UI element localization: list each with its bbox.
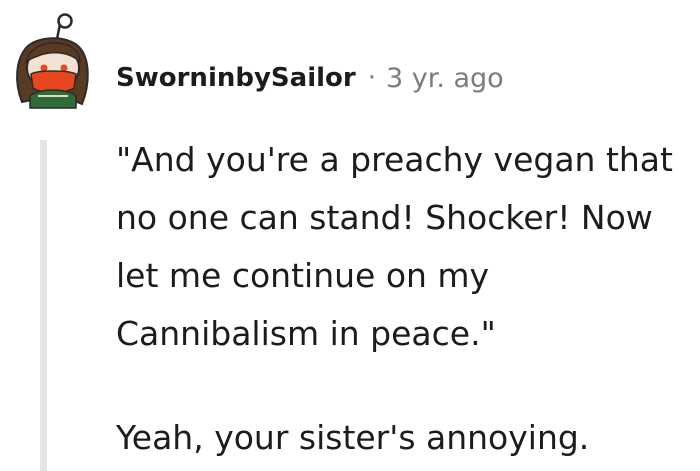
comment-header: SworninbySailor · 3 yr. ago: [116, 58, 504, 98]
meta-separator: ·: [367, 63, 376, 93]
comment-paragraph: Yeah, your sister's annoying.: [116, 418, 590, 457]
user-avatar[interactable]: [8, 10, 98, 114]
thread-collapse-line[interactable]: [40, 140, 47, 471]
username-link[interactable]: SworninbySailor: [116, 63, 356, 93]
comment-timestamp[interactable]: 3 yr. ago: [386, 63, 504, 94]
comment-body: "And you're a preachy vegan that no one …: [116, 131, 691, 467]
comment-paragraph: "And you're a preachy vegan that no one …: [116, 140, 673, 353]
comment: SworninbySailor · 3 yr. ago "And you're …: [0, 0, 700, 471]
